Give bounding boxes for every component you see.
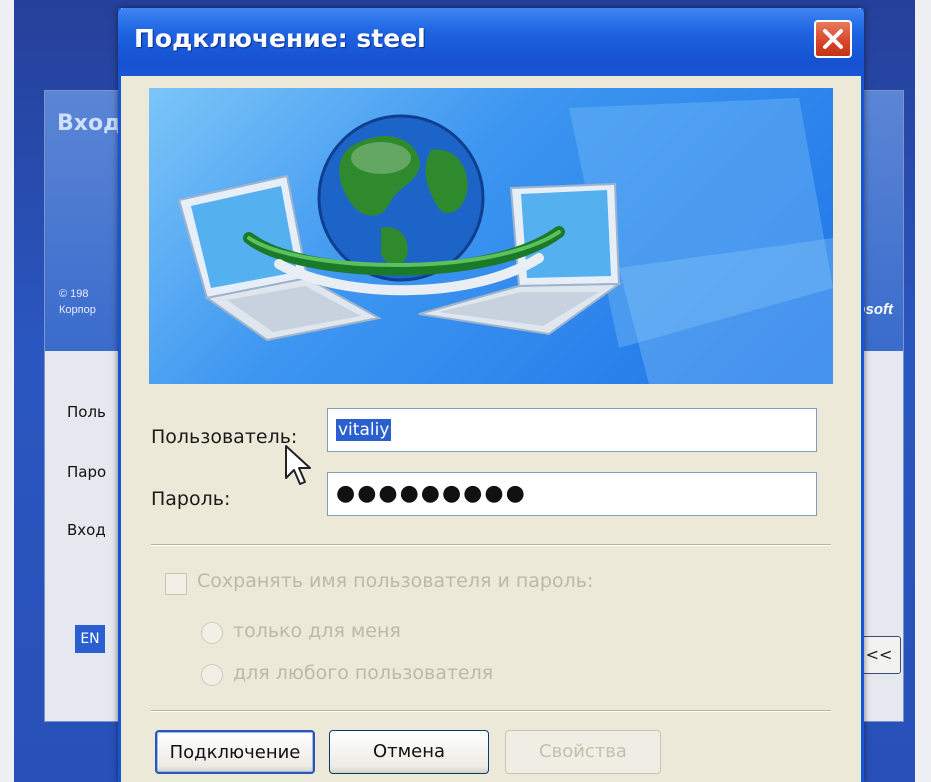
monitor-bezel-right [915, 0, 931, 782]
cancel-button[interactable]: Отмена [329, 730, 489, 774]
network-globe-laptops-illustration [177, 98, 833, 384]
dialog-title: Подключение: steel [134, 24, 426, 53]
password-label: Пароль: [151, 488, 231, 510]
separator-bottom [151, 710, 831, 712]
close-button[interactable] [814, 20, 852, 58]
company-text: Корпор [59, 304, 96, 316]
dialog-titlebar[interactable]: Подключение: steel [118, 8, 864, 76]
username-label: Пользователь: [151, 426, 298, 448]
mouse-pointer-icon [285, 445, 311, 485]
monitor-bezel-left [0, 0, 14, 782]
logon-window-title: Вход [57, 111, 121, 136]
password-value: ●●●●●●●●● [336, 481, 527, 506]
separator-top [151, 544, 831, 546]
network-banner [149, 88, 833, 384]
connect-button[interactable]: Подключение [155, 730, 315, 774]
logon-user-label: Поль [67, 403, 106, 421]
only-me-label: только для меня [233, 620, 401, 642]
username-field[interactable]: vitaliy [327, 408, 817, 452]
only-me-radio[interactable] [201, 622, 223, 644]
logon-domain-label: Вход [67, 521, 106, 539]
logon-password-label: Паро [67, 463, 107, 481]
password-field[interactable]: ●●●●●●●●● [327, 472, 817, 516]
save-credentials-label: Сохранять имя пользователя и пароль: [197, 570, 594, 592]
any-user-label: для любого пользователя [233, 662, 494, 684]
properties-button: Свойства [505, 730, 661, 774]
copyright-text: © 198 [59, 288, 89, 300]
language-indicator[interactable]: EN [75, 625, 105, 653]
any-user-radio[interactable] [201, 664, 223, 686]
username-value: vitaliy [336, 419, 392, 441]
connect-dialog: Подключение: steel Пользователь: vitaliy… [118, 8, 864, 782]
close-x-icon [823, 29, 843, 49]
save-credentials-checkbox[interactable] [165, 573, 187, 595]
logon-copyright: © 198 Корпор [59, 286, 96, 318]
